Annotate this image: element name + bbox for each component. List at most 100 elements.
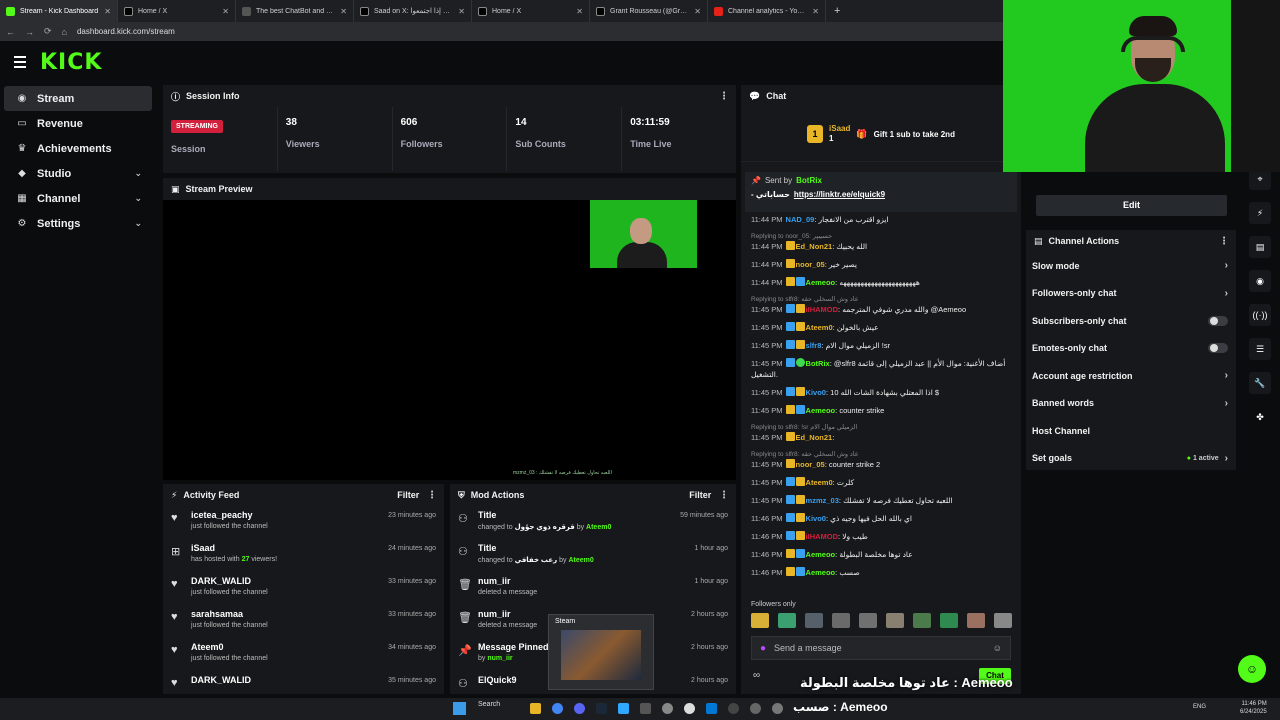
pinned-link[interactable]: https://linktr.ee/elquick9 — [794, 190, 885, 199]
mic-icon[interactable]: ● — [760, 643, 766, 654]
message-username[interactable]: Aemeoo — [806, 278, 836, 287]
back-icon[interactable]: ← — [6, 27, 15, 37]
channel-action-subscribers-only-chat[interactable]: Subscribers-only chat — [1026, 307, 1236, 335]
infinity-icon[interactable]: ∞ — [753, 670, 760, 681]
activity-row[interactable]: ♥ icetea_peachy just followed the channel 2… — [163, 506, 444, 539]
chat-message[interactable]: 11:45 PM Aemeoo: counter strike — [751, 405, 1011, 416]
message-username[interactable]: Aemeoo — [806, 550, 836, 559]
gift-leaderboard[interactable]: 1 iSaad 1 🎁 Gift 1 sub to take 2nd — [741, 107, 1021, 162]
activity-row[interactable]: ♥ DARK_WALID just followed the channel 33 m… — [163, 572, 444, 605]
message-username[interactable]: Aemeoo — [806, 406, 836, 415]
emote-icon[interactable] — [913, 613, 931, 628]
emote-icon[interactable] — [805, 613, 823, 628]
mod-username[interactable]: Ateem0 — [568, 557, 593, 564]
app-icon[interactable] — [640, 703, 651, 714]
browser-tab[interactable]: Saad on X: وكويك إذا اجتمعوا ✕ — [354, 0, 472, 22]
chat-message[interactable]: 11:44 PM noor_05: يصير خير — [751, 259, 1011, 270]
vscode-icon[interactable] — [706, 703, 717, 714]
chat-message[interactable]: 11:45 PM Ed_Non21: — [751, 432, 1011, 443]
browser-tab[interactable]: Stream - Kick Dashboard ✕ — [0, 0, 118, 22]
mod-username[interactable]: num_iir — [487, 655, 512, 662]
activity-username[interactable]: Ateem0 — [191, 642, 388, 652]
activity-username[interactable]: iSaad — [191, 543, 388, 553]
message-username[interactable]: noor_05 — [796, 260, 825, 269]
message-username[interactable]: mzmz_03 — [806, 496, 839, 505]
emote-icon[interactable] — [832, 613, 850, 628]
new-tab-icon[interactable]: + — [826, 5, 848, 17]
folder-icon[interactable] — [530, 703, 541, 714]
emote-icon[interactable] — [967, 613, 985, 628]
more-icon[interactable]: ⋮ — [717, 490, 729, 501]
activity-username[interactable]: DARK_WALID — [191, 675, 388, 685]
start-icon[interactable] — [453, 702, 466, 715]
emote-icon[interactable] — [751, 613, 769, 628]
video-player[interactable]: mzmz_03 : اللعبه تحاول تعطيك فرصه لا تفش… — [163, 200, 736, 480]
activity-username[interactable]: icetea_peachy — [191, 510, 388, 520]
chat-message[interactable]: 11:45 PM slfr8: الزميلي موال الام !sr — [751, 340, 1011, 351]
message-username[interactable]: BotRix — [806, 359, 830, 368]
emote-icon[interactable] — [940, 613, 958, 628]
menu-icon[interactable] — [14, 56, 26, 68]
channel-action-set-goals[interactable]: Set goals 1 active › — [1026, 445, 1236, 473]
channel-action-account-age-restriction[interactable]: Account age restriction › — [1026, 362, 1236, 390]
chat-message[interactable]: 11:45 PM Ateem0: كلرت — [751, 477, 1011, 488]
sidebar-item-achievements[interactable]: ♛ Achievements — [4, 136, 152, 161]
browser-tab[interactable]: Home / X ✕ — [118, 0, 236, 22]
mod-action-row[interactable]: 🗑 num_iir deleted a message 1 hour ago — [450, 572, 736, 605]
chat-message[interactable]: 11:45 PM BotRix: @slfr8 أضاف الأغنية: موا… — [751, 358, 1011, 380]
help-chat-icon[interactable]: ☺ — [1238, 655, 1266, 683]
chat-message[interactable]: 11:45 PM Ateem0: عيش بالخولن — [751, 322, 1011, 333]
message-username[interactable]: Ateem0 — [806, 323, 833, 332]
chat-message[interactable]: 11:46 PM iIHAMOD: طيب ولا — [751, 531, 1011, 542]
premiere-icon[interactable] — [618, 703, 629, 714]
message-username[interactable]: NAD_09 — [786, 215, 815, 224]
mod-action-row[interactable]: ⚇ Title changed to قرقره ذوي جؤول by Ateem… — [450, 506, 736, 539]
taskbar-thumbnail[interactable]: Steam — [548, 614, 654, 690]
message-username[interactable]: Ed_Non21 — [796, 433, 833, 442]
chat-message[interactable]: 11:46 PM Aemeoo: صسب — [751, 567, 1011, 578]
toggle-switch[interactable] — [1208, 315, 1228, 326]
reload-icon[interactable]: ⟳ — [44, 26, 52, 37]
channel-action-slow-mode[interactable]: Slow mode › — [1026, 252, 1236, 280]
message-username[interactable]: Aemeoo — [806, 568, 836, 577]
activity-filter-button[interactable]: Filter — [397, 490, 419, 500]
app-icon[interactable] — [662, 703, 673, 714]
chat-message[interactable]: 11:45 PM Kivo0: اذا المعتلي بشهادة الشات … — [751, 387, 1011, 398]
sidebar-item-revenue[interactable]: ▭ Revenue — [4, 111, 152, 136]
pinned-author[interactable]: BotRix — [796, 176, 822, 185]
close-icon[interactable]: ✕ — [576, 7, 583, 16]
channel-action-emotes-only-chat[interactable]: Emotes-only chat — [1026, 335, 1236, 363]
browser-tab[interactable]: Channel analytics - YouTube St... ✕ — [708, 0, 826, 22]
broadcast-icon[interactable]: ((·)) — [1249, 304, 1271, 326]
emoji-icon[interactable]: ☺ — [993, 643, 1002, 653]
browser-tab[interactable]: Home / X ✕ — [472, 0, 590, 22]
url-input[interactable]: dashboard.kick.com/stream — [77, 27, 175, 36]
app-icon[interactable] — [750, 703, 761, 714]
wrench-icon[interactable]: 🔧 — [1249, 372, 1271, 394]
message-username[interactable]: slfr8 — [806, 341, 822, 350]
message-username[interactable]: iIHAMOD — [806, 305, 839, 314]
sidebar-item-studio[interactable]: ◆ Studio ⌄ — [4, 161, 152, 186]
language-indicator[interactable]: ENG — [1193, 704, 1206, 710]
message-username[interactable]: iIHAMOD — [806, 532, 839, 541]
mod-username[interactable]: Ateem0 — [586, 524, 611, 531]
close-icon[interactable]: ✕ — [812, 7, 819, 16]
chat-message[interactable]: 11:45 PM iIHAMOD: والله مدري شوفي المترجم… — [751, 304, 1011, 315]
sidebar-item-stream[interactable]: ◉ Stream — [4, 86, 152, 111]
channel-action-banned-words[interactable]: Banned words › — [1026, 390, 1236, 418]
sidebar-item-channel[interactable]: ▦ Channel ⌄ — [4, 186, 152, 211]
chrome-icon[interactable] — [552, 703, 563, 714]
more-icon[interactable]: ⋮ — [425, 490, 437, 501]
chat-message[interactable]: 11:46 PM Aemeoo: عاد توها مخلصة البطولة — [751, 549, 1011, 560]
discord-icon[interactable] — [574, 703, 585, 714]
message-username[interactable]: Kivo0 — [806, 514, 826, 523]
edit-button[interactable]: Edit — [1036, 195, 1227, 216]
browser-tab[interactable]: The best ChatBot and Widgets ✕ — [236, 0, 354, 22]
activity-username[interactable]: DARK_WALID — [191, 576, 388, 586]
app-icon[interactable] — [684, 703, 695, 714]
lightning-icon[interactable]: ⚡ — [1249, 202, 1271, 224]
emote-icon[interactable] — [994, 613, 1012, 628]
activity-row[interactable]: ⊞ iSaad has hosted with 27 viewers! 24 minu… — [163, 539, 444, 572]
chat-message[interactable]: 11:45 PM noor_05: counter strike 2 — [751, 459, 1011, 470]
document-icon[interactable]: ▤ — [1249, 236, 1271, 258]
